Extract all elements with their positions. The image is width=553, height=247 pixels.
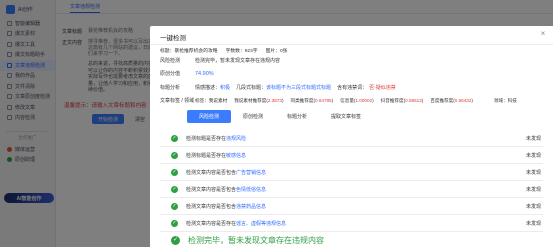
results-list: ✓ 检测标题是否存在违规风险 未发现 ✓ 检测标题是否存在敏感信息 未发现 ✓ … — [160, 130, 543, 247]
meta-image-count: 图片：0张 — [265, 49, 288, 54]
result-status: 未发现 — [525, 220, 541, 227]
check-circle-icon: ✓ — [171, 185, 178, 193]
risk-label: 风险检测 — [160, 58, 181, 64]
list-item: ✓ 检测标题是否存在敏感信息 未发现 — [160, 147, 543, 164]
check-tabs: 风险检测 原创检测 标题分析 提取文章标签 — [187, 110, 373, 123]
modal-title: 一键检测 — [160, 35, 186, 42]
result-status: 未发现 — [525, 135, 541, 142]
risk-value: 检测完毕，暂未发现文章存在违规内容 — [195, 58, 281, 64]
risk-row: 风险检测 检测完毕，暂未发现文章存在违规内容 — [160, 57, 280, 64]
article-meta: 标题：暴抢推荐机会的攻略 字数数：923字 图片：0张 — [160, 47, 287, 54]
check-circle-icon: ✓ — [171, 219, 178, 227]
stat-item: 我说素材推荐度(2.3873) — [234, 98, 284, 103]
stats-label: 文章标签 / 领域 — [160, 98, 195, 104]
pattern-value: 该标题不为三段式标题式标题 — [266, 85, 332, 91]
stat-item: 百度推荐度(0.66432) — [430, 98, 473, 103]
tab-title-analysis[interactable]: 标题分析 — [275, 110, 319, 123]
list-item: ✓ 检测文章内容是否包含违禁药品信息 未发现 — [160, 198, 543, 215]
emotion-prefix: 情感描述： — [195, 85, 221, 91]
check-circle-icon: ✓ — [171, 168, 178, 176]
emotion-value: 积极 — [220, 85, 231, 91]
list-item: ✓ 检测文章内容是否包含色情低俗信息 未发现 — [160, 181, 543, 198]
stat-domain: 领域：科技 — [493, 98, 517, 103]
final-result: ✓ 检测完毕，暂未发现文章存在违规内容 — [160, 232, 543, 247]
tab-extract-tags[interactable]: 提取文章标签 — [319, 110, 373, 123]
keyword-label: 含有违禁词： — [337, 85, 368, 91]
close-icon[interactable]: × — [539, 30, 547, 38]
stat-item: 抖音推荐度(0.59613) — [380, 98, 424, 103]
tab-original-check[interactable]: 原创检测 — [231, 110, 275, 123]
list-item: ✓ 检测标题是否存在违规风险 未发现 — [160, 130, 543, 147]
pattern-label: 几段式标题： — [236, 85, 267, 91]
check-circle-icon: ✓ — [171, 202, 178, 210]
divider — [150, 44, 553, 45]
check-modal: 一键检测 × 标题：暴抢推荐机会的攻略 字数数：923字 图片：0张 风险检测 … — [150, 26, 553, 247]
originality-value: 74.90% — [195, 70, 214, 77]
check-circle-icon: ✓ — [171, 134, 178, 142]
check-circle-icon: ✓ — [171, 236, 180, 245]
list-item: ✓ 检测文章内容是否存在谣言、虚假等违规信息 未发现 — [160, 215, 543, 232]
keyword-value: 否·疑似违禁 — [369, 85, 396, 91]
stats-values: 标签：我说素材 我说素材推荐度(2.3873) 同类推荐度(0.64785) 信… — [195, 98, 517, 104]
meta-word-count: 字数数：923字 — [225, 49, 258, 54]
originality-row: 原创分值 74.90% — [160, 70, 214, 78]
tab-risk-check[interactable]: 风险检测 — [187, 110, 232, 123]
result-status: 未发现 — [525, 186, 541, 193]
result-status: 未发现 — [525, 169, 541, 176]
stat-item: 同类推荐度(0.64785) — [290, 98, 334, 103]
check-circle-icon: ✓ — [171, 151, 178, 159]
originality-label: 原创分值 — [160, 71, 181, 77]
result-status: 未发现 — [525, 203, 541, 210]
final-message: 检测完毕，暂未发现文章存在违规内容 — [188, 236, 324, 245]
title-analysis-label: 标题分析 — [160, 85, 181, 91]
stat-item: 标签：我说素材 — [195, 98, 228, 103]
stat-item: 信息量(1.00002) — [340, 98, 374, 103]
list-item: ✓ 检测文章内容是否包含广告营销信息 未发现 — [160, 164, 543, 181]
stats-row-label: 文章标签 / 领域 — [160, 97, 195, 104]
result-status: 未发现 — [525, 152, 541, 159]
title-analysis-row: 标题分析 情感描述： 积极 几段式标题： 该标题不为三段式标题式标题 含有违禁词… — [160, 84, 398, 91]
meta-title: 标题：暴抢推荐机会的攻略 — [160, 49, 218, 54]
